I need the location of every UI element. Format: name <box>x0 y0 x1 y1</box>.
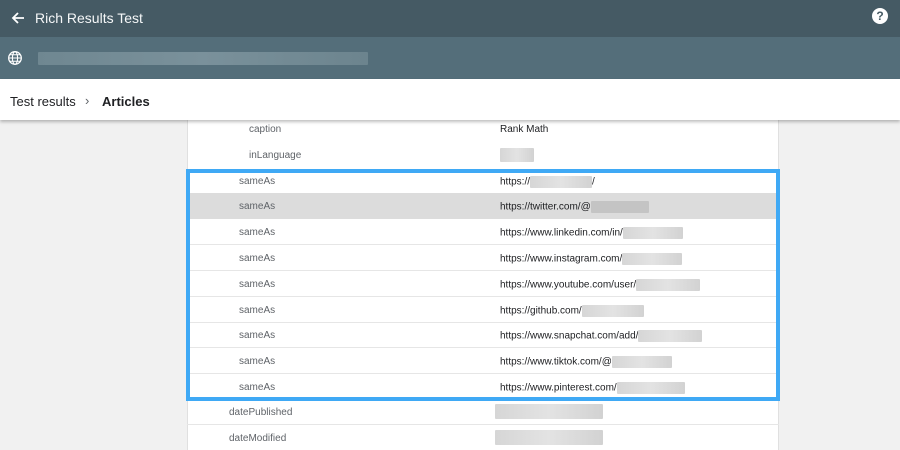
property-key: sameAs <box>239 176 276 187</box>
help-icon[interactable]: ? <box>872 8 888 24</box>
property-value <box>500 148 534 162</box>
app-header: Rich Results Test ? <box>0 0 900 37</box>
value-redacted <box>590 201 649 213</box>
property-key: datePublished <box>229 407 293 418</box>
value-redacted <box>611 356 672 368</box>
value-redacted <box>616 382 685 394</box>
property-value <box>495 404 603 419</box>
property-value: https://www.snapchat.com/add/ <box>500 330 703 342</box>
back-arrow-icon[interactable] <box>6 6 30 30</box>
property-key: dateModified <box>229 433 287 444</box>
breadcrumb-current-page: Articles <box>102 94 150 109</box>
app-title: Rich Results Test <box>35 10 143 26</box>
property-row-datepublished: datePublished <box>187 399 779 425</box>
property-row-sameas: sameAs https://www.tiktok.com/@ <box>187 348 779 374</box>
value-redacted <box>500 148 534 162</box>
breadcrumb-test-results-link[interactable]: Test results <box>10 94 76 109</box>
url-redacted <box>38 52 368 65</box>
property-key: caption <box>249 124 282 135</box>
property-row-sameas: sameAs https://twitter.com/@ <box>187 193 779 219</box>
property-value <box>495 430 603 445</box>
property-key: sameAs <box>239 330 276 341</box>
property-row-sameas: sameAs https://www.pinterest.com/ <box>187 374 779 400</box>
url-bar <box>0 37 900 79</box>
property-row-inlanguage: inLanguage <box>187 142 779 168</box>
globe-icon <box>8 51 22 65</box>
property-key: sameAs <box>239 356 276 367</box>
property-value: https://www.instagram.com/ <box>500 253 683 265</box>
value-redacted <box>622 227 683 239</box>
property-row-sameas: sameAs https://www.youtube.com/user/ <box>187 271 779 297</box>
property-key: sameAs <box>239 253 276 264</box>
property-value: https://www.tiktok.com/@ <box>500 356 672 368</box>
breadcrumb: Test results › Articles <box>0 79 900 120</box>
property-value: https://twitter.com/@ <box>500 201 649 213</box>
property-row-sameas: sameAs https://www.linkedin.com/in/ <box>187 219 779 245</box>
property-value: https://www.youtube.com/user/ <box>500 279 701 291</box>
value-redacted <box>622 253 683 265</box>
tested-url-field[interactable] <box>38 47 378 69</box>
property-key: sameAs <box>239 201 276 212</box>
chevron-right-icon: › <box>85 93 90 108</box>
property-key: sameAs <box>239 279 276 290</box>
property-value: https:/// <box>500 176 595 188</box>
value-redacted <box>638 330 703 342</box>
property-key: sameAs <box>239 305 276 316</box>
property-row-sameas: sameAs https://www.instagram.com/ <box>187 245 779 271</box>
property-row-sameas: sameAs https://github.com/ <box>187 297 779 323</box>
value-redacted <box>636 279 701 291</box>
value-redacted <box>581 305 644 317</box>
property-value: https://www.pinterest.com/ <box>500 382 685 394</box>
property-key: sameAs <box>239 227 276 238</box>
property-row-datemodified: dateModified <box>187 425 779 450</box>
property-key: inLanguage <box>249 150 302 161</box>
value-redacted <box>495 404 603 419</box>
property-row-sameas: sameAs https://www.snapchat.com/add/ <box>187 322 779 348</box>
property-key: sameAs <box>239 382 276 393</box>
property-row-sameas: sameAs https:/// <box>187 168 779 194</box>
property-value: Rank Math <box>500 124 549 135</box>
property-value: https://www.linkedin.com/in/ <box>500 227 683 239</box>
property-value: https://github.com/ <box>500 305 644 317</box>
value-redacted <box>530 176 593 188</box>
value-redacted <box>495 430 603 445</box>
